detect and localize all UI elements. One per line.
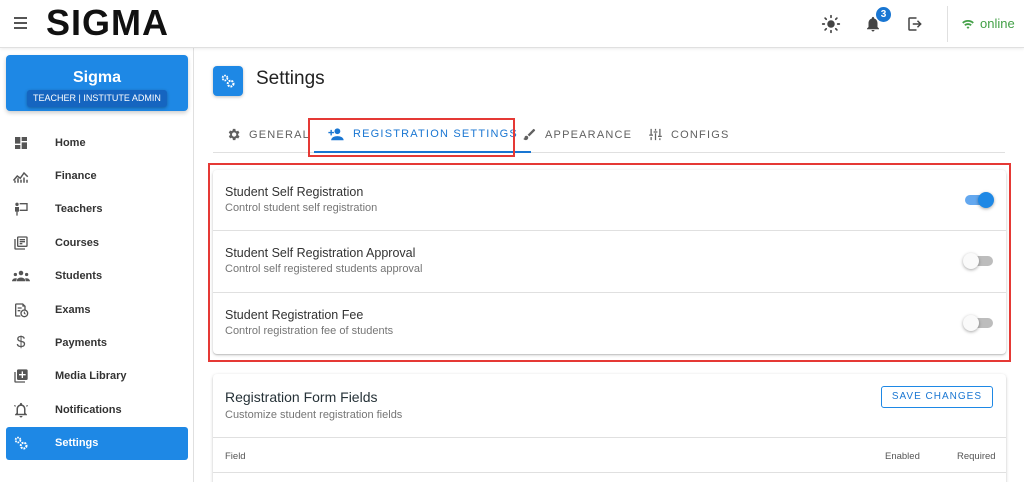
column-header-required: Required: [957, 451, 996, 462]
sidebar-item-payments[interactable]: $ Payments: [6, 326, 188, 359]
tune-icon: [648, 127, 663, 142]
setting-title: Student Registration Fee: [225, 307, 364, 322]
dollar-icon: $: [16, 334, 26, 352]
sidebar-item-finance[interactable]: Finance: [6, 159, 188, 192]
sidebar-item-students[interactable]: Students: [6, 260, 188, 293]
setting-subtitle: Control registration fee of students: [225, 324, 394, 337]
sidebar-item-label: Courses: [55, 236, 100, 249]
finance-chart-icon: [12, 167, 30, 185]
save-changes-button[interactable]: SAVE CHANGES: [880, 386, 993, 408]
tab-general[interactable]: GENERAL: [226, 116, 310, 153]
sidebar-item-label: Finance: [55, 170, 97, 183]
setting-subtitle: Control student self registration: [225, 202, 378, 214]
self-registration-approval-toggle[interactable]: [963, 253, 993, 270]
tab-configs[interactable]: CONFIGS: [648, 116, 730, 153]
app-logo[interactable]: SIGMA: [46, 3, 169, 43]
sidebar-item-label: Payments: [55, 337, 107, 350]
setting-row-registration-fee: Student Registration Fee Control registr…: [213, 293, 1006, 354]
notifications-button[interactable]: 3: [861, 7, 891, 36]
teacher-icon: [12, 200, 30, 218]
sidebar-item-label: Notifications: [55, 403, 122, 416]
connection-status: online: [961, 16, 1015, 31]
top-app-bar: SIGMA 3 online: [0, 0, 1024, 48]
setting-row-self-registration: Student Self Registration Control studen…: [213, 170, 1006, 232]
dashboard-icon: [12, 134, 30, 152]
courses-icon: [12, 234, 30, 252]
registration-settings-card: Student Self Registration Control studen…: [213, 170, 1006, 354]
brush-icon: [522, 127, 537, 142]
sidebar-item-label: Media Library: [55, 370, 127, 383]
cog-icon: [226, 127, 241, 142]
card-subtitle: Customize student registration fields: [225, 409, 403, 421]
sidebar-item-home[interactable]: Home: [6, 126, 188, 159]
tab-label: REGISTRATION SETTINGS: [353, 127, 518, 140]
setting-title: Student Self Registration: [225, 185, 364, 199]
settings-tabs: GENERAL REGISTRATION SETTINGS APPEARANCE…: [213, 116, 1005, 153]
menu-icon[interactable]: [10, 12, 32, 34]
cogs-icon: [12, 434, 30, 452]
logout-icon[interactable]: [903, 12, 927, 36]
sidebar-nav: Home Finance Teachers Courses Students E…: [6, 126, 188, 460]
column-header-field: Field: [225, 451, 246, 462]
card-title: Registration Form Fields: [225, 389, 378, 405]
sidebar-item-courses[interactable]: Courses: [6, 226, 188, 259]
exams-icon: [12, 301, 30, 319]
setting-title: Student Self Registration Approval: [225, 246, 416, 261]
bell-outline-icon: [12, 401, 30, 419]
students-icon: [12, 267, 30, 285]
media-library-icon: [12, 367, 30, 385]
sidebar-item-settings[interactable]: Settings: [6, 426, 188, 460]
tab-label: APPEARANCE: [545, 128, 633, 141]
settings-page-icon: [213, 66, 243, 96]
institute-name: Sigma: [72, 69, 121, 86]
self-registration-toggle[interactable]: [965, 192, 994, 208]
registration-form-fields-card: Registration Form Fields Customize stude…: [213, 374, 1006, 482]
topbar-divider: [947, 6, 948, 42]
user-role-badge: TEACHER | INSTITUTE ADMIN: [27, 90, 167, 107]
sidebar-item-label: Home: [55, 136, 86, 149]
wifi-icon: [962, 19, 974, 29]
sidebar: Sigma TEACHER | INSTITUTE ADMIN Home Fin…: [0, 48, 194, 482]
tab-label: CONFIGS: [671, 128, 730, 141]
setting-subtitle: Control self registered students approva…: [225, 263, 423, 276]
notification-count-badge: 3: [876, 7, 891, 22]
status-label: online: [980, 16, 1015, 31]
sidebar-item-teachers[interactable]: Teachers: [6, 193, 188, 226]
tab-appearance[interactable]: APPEARANCE: [522, 116, 632, 153]
sidebar-item-label: Teachers: [55, 203, 103, 216]
add-user-icon: [327, 127, 345, 141]
sidebar-item-exams[interactable]: Exams: [6, 293, 188, 326]
setting-row-self-registration-approval: Student Self Registration Approval Contr…: [213, 231, 1006, 293]
sidebar-item-media-library[interactable]: Media Library: [6, 360, 188, 393]
column-header-enabled: Enabled: [885, 451, 920, 462]
tab-label: GENERAL: [249, 128, 310, 141]
fields-table-header: Field Enabled Required: [213, 437, 1006, 473]
page-title: Settings: [256, 68, 325, 89]
sidebar-item-label: Settings: [55, 437, 99, 450]
brightness-icon[interactable]: [819, 12, 843, 36]
tab-registration-settings[interactable]: REGISTRATION SETTINGS: [314, 116, 531, 153]
registration-fee-toggle[interactable]: [963, 314, 993, 331]
sidebar-item-label: Exams: [55, 303, 91, 316]
sidebar-item-notifications[interactable]: Notifications: [6, 393, 188, 426]
sidebar-item-label: Students: [55, 270, 103, 283]
